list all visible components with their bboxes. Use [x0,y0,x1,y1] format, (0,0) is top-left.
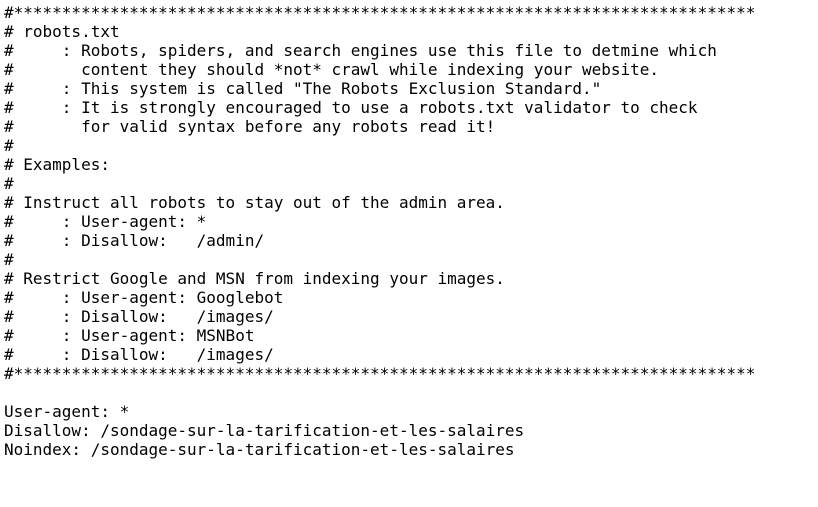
comment-line: # [4,250,14,269]
directive-disallow: Disallow: /sondage-sur-la-tarification-e… [4,421,525,440]
robots-txt-document: #***************************************… [4,3,755,459]
comment-line: # : Disallow: /images/ [4,307,274,326]
comment-line: # : User-agent: Googlebot [4,288,284,307]
comment-line: # : Disallow: /images/ [4,345,274,364]
comment-line: # [4,174,14,193]
comment-line: # : Disallow: /admin/ [4,231,265,250]
directive-noindex: Noindex: /sondage-sur-la-tarification-et… [4,440,515,459]
comment-line: # for valid syntax before any robots rea… [4,117,496,136]
comment-line: # [4,136,14,155]
comment-line: # : User-agent: * [4,212,207,231]
comment-line: # robots.txt [4,22,120,41]
directive-user-agent: User-agent: * [4,402,130,421]
comment-line: # content they should *not* crawl while … [4,60,660,79]
comment-border-top: #***************************************… [4,3,756,22]
comment-border-bottom: #***************************************… [4,364,756,383]
comment-line: # Instruct all robots to stay out of the… [4,193,505,212]
comment-line: # Restrict Google and MSN from indexing … [4,269,505,288]
comment-line: # : User-agent: MSNBot [4,326,255,345]
comment-line: # : This system is called "The Robots Ex… [4,79,602,98]
comment-line: # Examples: [4,155,110,174]
comment-line: # : It is strongly encouraged to use a r… [4,98,698,117]
comment-line: # : Robots, spiders, and search engines … [4,41,717,60]
